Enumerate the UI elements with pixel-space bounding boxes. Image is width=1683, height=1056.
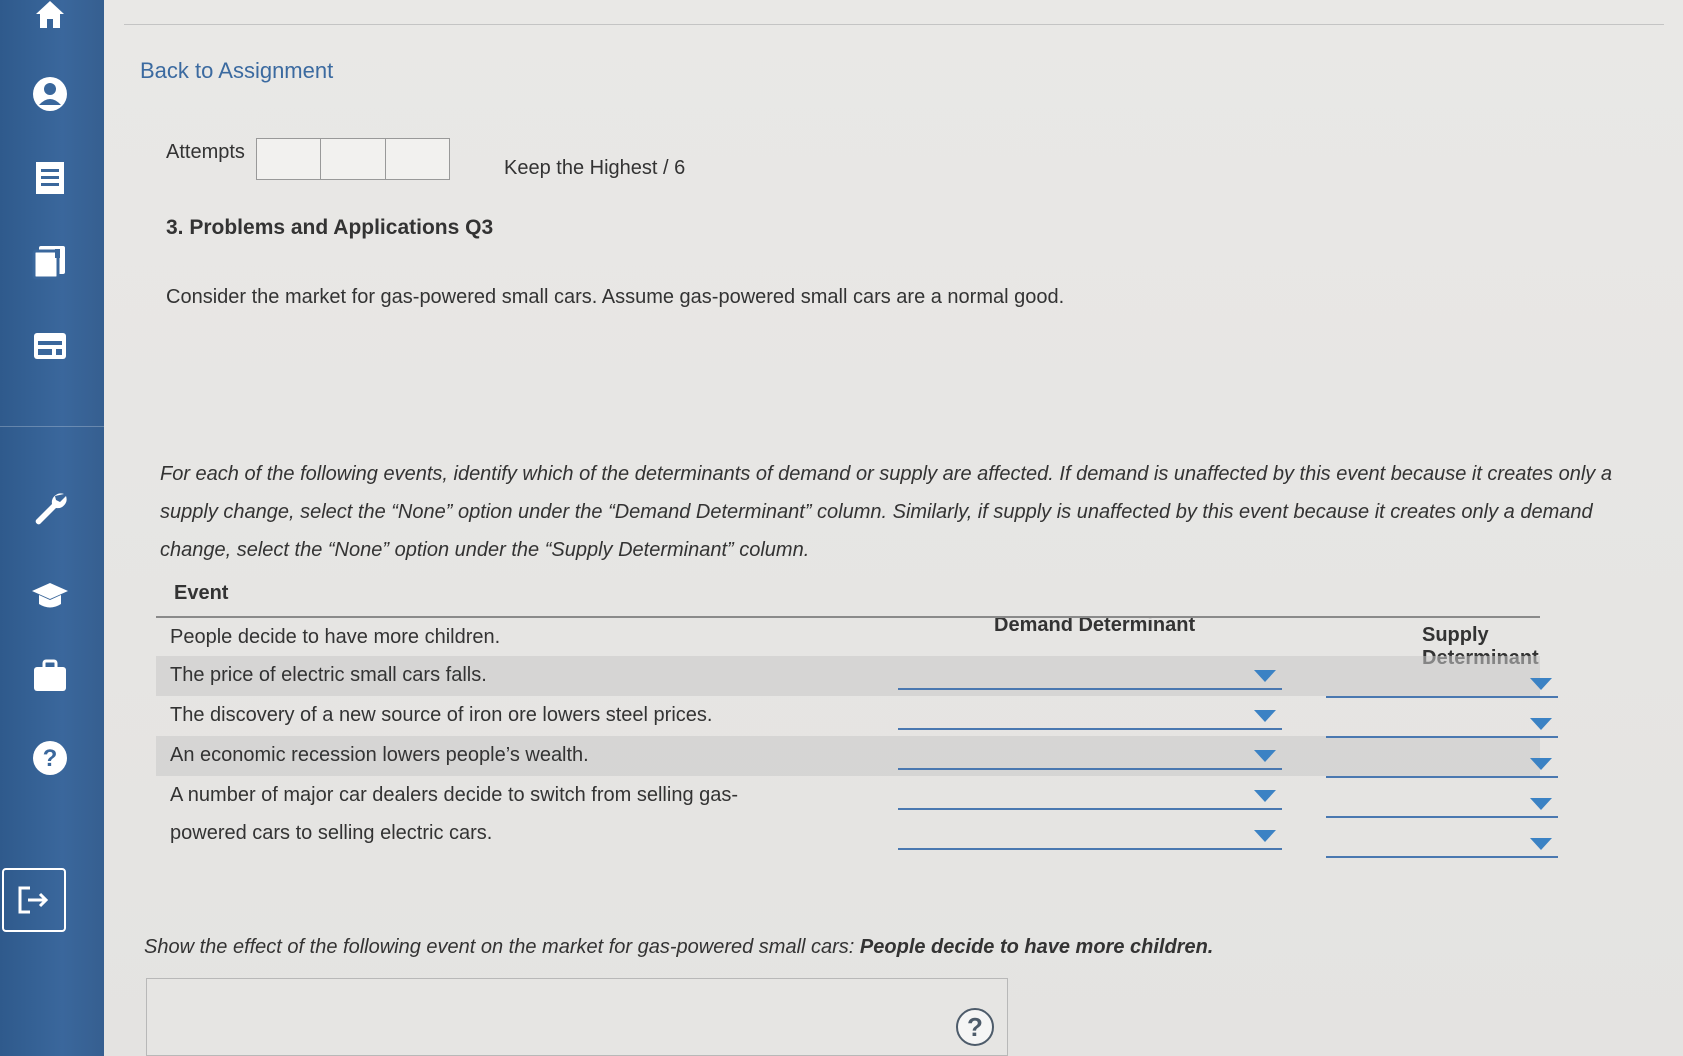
demand-determinant-select[interactable] [898, 704, 1282, 730]
event-cell: The price of electric small cars falls. [170, 664, 487, 686]
attempt-box [321, 139, 386, 179]
svg-text:?: ? [43, 745, 58, 772]
help-icon[interactable]: ? [14, 722, 86, 794]
briefcase-icon[interactable] [14, 640, 86, 712]
graph-panel[interactable] [146, 978, 1008, 1056]
effect-prompt-text: Show the effect of the following event o… [144, 936, 860, 958]
book-icon[interactable] [14, 226, 86, 298]
question-intro: Consider the market for gas-powered smal… [166, 286, 1065, 308]
user-icon[interactable] [14, 58, 86, 130]
chevron-down-icon [1530, 718, 1552, 730]
column-header-event: Event [174, 582, 229, 604]
chevron-down-icon [1530, 678, 1552, 690]
supply-determinant-select[interactable] [1326, 712, 1558, 738]
graduation-cap-icon[interactable] [14, 560, 86, 632]
back-to-assignment-link[interactable]: Back to Assignment [140, 58, 333, 84]
supply-determinant-select[interactable] [1326, 752, 1558, 778]
chevron-down-icon [1530, 798, 1552, 810]
chevron-down-icon [1530, 758, 1552, 770]
grading-policy: Keep the Highest / 6 [504, 157, 686, 179]
chevron-down-icon [1254, 790, 1276, 802]
wrench-icon[interactable] [14, 472, 86, 544]
chevron-down-icon [1254, 670, 1276, 682]
exit-button[interactable] [2, 868, 66, 932]
chevron-down-icon [1254, 830, 1276, 842]
supply-determinant-select[interactable] [1326, 792, 1558, 818]
card-icon[interactable] [14, 310, 86, 382]
supply-determinant-select[interactable] [1326, 832, 1558, 858]
question-instructions: For each of the following events, identi… [160, 463, 1612, 561]
chevron-down-icon [1254, 750, 1276, 762]
demand-determinant-select[interactable] [898, 784, 1282, 810]
demand-determinant-select[interactable] [898, 744, 1282, 770]
top-divider [124, 24, 1664, 25]
effect-prompt: Show the effect of the following event o… [144, 936, 1213, 959]
attempt-box [257, 139, 322, 179]
help-button[interactable]: ? [956, 1008, 994, 1046]
effect-event: People decide to have more children. [859, 936, 1214, 958]
main-content: Back to Assignment Attempts Keep the Hig… [104, 0, 1683, 1056]
nav-divider [0, 426, 104, 427]
attempts-label: Attempts [166, 141, 245, 163]
event-cell: The discovery of a new source of iron or… [170, 704, 713, 726]
supply-determinant-select[interactable] [1326, 672, 1558, 698]
list-icon[interactable] [14, 142, 86, 214]
sidebar-nav: ? [0, 0, 104, 1056]
question-title: 3. Problems and Applications Q3 [166, 216, 494, 239]
chevron-down-icon [1254, 710, 1276, 722]
demand-determinant-select[interactable] [898, 824, 1282, 850]
event-cell: An economic recession lowers people’s we… [170, 744, 589, 766]
home-icon[interactable] [14, 0, 86, 50]
attempt-box [386, 139, 449, 179]
event-cell: People decide to have more children. [170, 626, 501, 648]
table-row: People decide to have more children. [156, 618, 1540, 658]
demand-determinant-select[interactable] [898, 664, 1282, 690]
attempts-indicator [256, 138, 450, 180]
exit-icon [18, 886, 49, 914]
event-cell: A number of major car dealers decide to … [170, 784, 739, 844]
chevron-down-icon [1530, 838, 1552, 850]
